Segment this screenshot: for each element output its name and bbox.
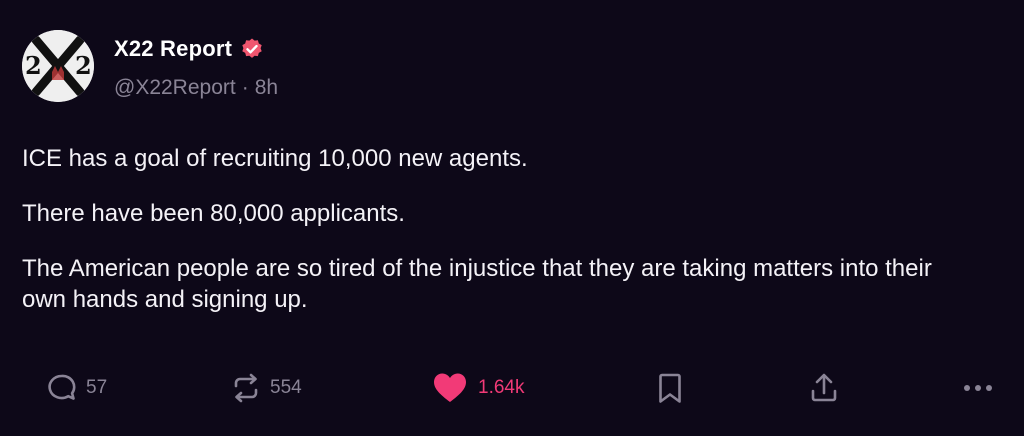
avatar-logo: 2 2 — [22, 30, 94, 102]
bookmark-icon — [652, 370, 688, 406]
avatar[interactable]: 2 2 — [22, 30, 94, 102]
more-button[interactable] — [960, 366, 996, 410]
share-button[interactable] — [806, 366, 842, 410]
action-bar: 57 554 1.64k — [0, 366, 1024, 410]
reply-icon — [44, 370, 80, 406]
post-paragraph-3: The American people are so tired of the … — [22, 255, 932, 313]
heart-icon — [432, 370, 468, 406]
bookmark-button[interactable] — [652, 366, 688, 410]
verified-badge-icon — [240, 37, 264, 61]
author-meta: X22 Report @X22Report · 8h — [114, 34, 278, 100]
svg-text:2: 2 — [25, 51, 42, 80]
display-name[interactable]: X22 Report — [114, 36, 232, 62]
svg-text:2: 2 — [75, 51, 92, 80]
repost-button[interactable]: 554 — [228, 366, 302, 410]
share-icon — [806, 370, 842, 406]
post-body: ICE has a goal of recruiting 10,000 new … — [22, 143, 982, 339]
post-header: 2 2 X22 Report @X22Report · 8h — [22, 30, 278, 102]
handle[interactable]: @X22Report — [114, 76, 236, 100]
like-button[interactable]: 1.64k — [432, 366, 524, 410]
post: 2 2 X22 Report @X22Report · 8h ICE has a… — [0, 0, 1024, 436]
like-count: 1.64k — [478, 377, 525, 398]
separator: · — [241, 76, 249, 99]
name-row: X22 Report — [114, 34, 278, 64]
reply-button[interactable]: 57 — [44, 366, 107, 410]
more-icon — [960, 370, 996, 406]
post-paragraph-1: ICE has a goal of recruiting 10,000 new … — [22, 145, 528, 172]
repost-count: 554 — [270, 377, 302, 398]
post-time[interactable]: 8h — [255, 76, 278, 100]
handle-row: @X22Report · 8h — [114, 76, 278, 100]
repost-icon — [228, 370, 264, 406]
post-paragraph-2: There have been 80,000 applicants. — [22, 200, 405, 227]
reply-count: 57 — [86, 377, 108, 398]
